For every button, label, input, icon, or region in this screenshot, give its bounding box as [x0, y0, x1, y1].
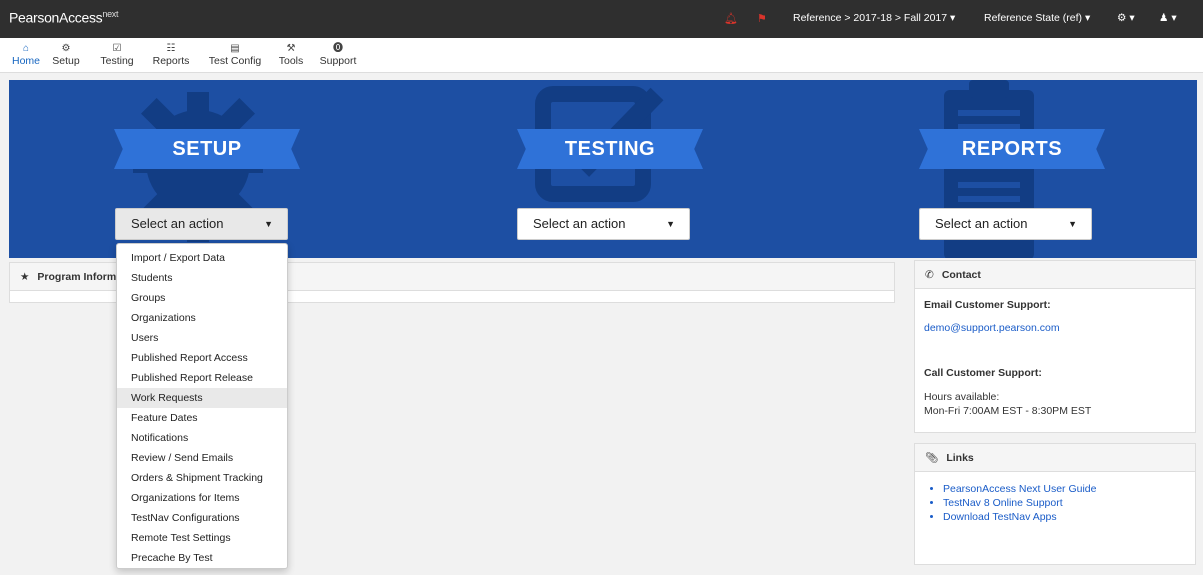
reports-ribbon: REPORTS: [939, 129, 1085, 169]
nav-reports[interactable]: ☷ Reports: [150, 42, 192, 67]
menu-item-published-report-release[interactable]: Published Report Release: [117, 368, 287, 388]
nav-reports-label: Reports: [152, 55, 190, 67]
contact-panel: ✆ Contact Email Customer Support: demo@su…: [914, 260, 1196, 433]
links-header: 📎︎ Links: [915, 444, 1195, 472]
bell-icon[interactable]: 🔔︎: [724, 12, 738, 25]
phone-icon: ✆: [925, 269, 934, 281]
nav-test-config-label: Test Config: [208, 55, 262, 67]
nav-test-config[interactable]: ▤ Test Config: [202, 42, 268, 67]
menu-item-precache-by-test[interactable]: Precache By Test: [117, 548, 287, 568]
caret-down-icon: ▼: [1068, 219, 1077, 229]
wrench-icon: ⚒: [286, 43, 296, 54]
menu-item-review-send-emails[interactable]: Review / Send Emails: [117, 448, 287, 468]
testing-ribbon: TESTING: [537, 129, 683, 169]
menu-item-organizations-for-items[interactable]: Organizations for Items: [117, 488, 287, 508]
brand-text: PearsonAccess: [9, 9, 103, 26]
settings-menu[interactable]: ⚙ ▾: [1117, 12, 1135, 24]
testing-action-select[interactable]: Select an action ▼: [517, 208, 690, 240]
menu-item-remote-test-settings[interactable]: Remote Test Settings: [117, 528, 287, 548]
nav-support[interactable]: ⓿ Support: [316, 42, 360, 67]
caret-down-icon: ▼: [264, 219, 273, 229]
link-user-guide[interactable]: PearsonAccess Next User Guide: [943, 482, 1096, 496]
menu-item-groups[interactable]: Groups: [117, 288, 287, 308]
testing-select-label: Select an action: [533, 216, 626, 231]
setup-select-label: Select an action: [131, 216, 224, 231]
hero-banner: SETUP TESTING REPORTS Select an action ▼ …: [9, 80, 1197, 258]
nav-setup[interactable]: ⚙ Setup: [50, 42, 82, 67]
nav-tools[interactable]: ⚒ Tools: [276, 42, 306, 67]
report-icon: ☷: [166, 43, 176, 54]
checkbox-icon: ☑: [112, 43, 122, 54]
setup-action-select[interactable]: Select an action ▼: [115, 208, 288, 240]
question-icon: ⓿: [333, 43, 343, 54]
config-icon: ▤: [230, 43, 240, 54]
hours-value: Mon-Fri 7:00AM EST - 8:30PM EST: [924, 405, 1092, 417]
menu-item-import-export[interactable]: Import / Export Data: [117, 248, 287, 268]
menu-item-work-requests[interactable]: Work Requests: [117, 388, 287, 408]
flag-icon[interactable]: ⚑: [757, 12, 767, 25]
menu-item-orders-shipment-tracking[interactable]: Orders & Shipment Tracking: [117, 468, 287, 488]
context-selector[interactable]: Reference > 2017-18 > Fall 2017 ▾: [793, 12, 955, 24]
call-support-heading: Call Customer Support:: [924, 367, 1042, 379]
gear-icon: ⚙: [61, 43, 71, 54]
nav-testing[interactable]: ☑ Testing: [96, 42, 138, 67]
links-title: Links: [946, 452, 974, 464]
nav-setup-label: Setup: [52, 55, 80, 67]
user-menu[interactable]: ♟ ▾: [1159, 12, 1177, 24]
menu-item-students[interactable]: Students: [117, 268, 287, 288]
link-testnav-support[interactable]: TestNav 8 Online Support: [943, 496, 1096, 510]
home-icon: ⌂: [22, 43, 30, 54]
nav-home[interactable]: ⌂ Home: [11, 42, 41, 67]
caret-down-icon: ▼: [666, 219, 675, 229]
nav-home-label: Home: [11, 55, 40, 67]
setup-action-menu: Import / Export Data Students Groups Org…: [116, 243, 288, 569]
organization-selector[interactable]: Reference State (ref) ▾: [984, 12, 1090, 24]
brand-superscript: next: [102, 9, 119, 19]
menu-item-notifications[interactable]: Notifications: [117, 428, 287, 448]
support-email-link[interactable]: demo@support.pearson.com: [924, 322, 1060, 334]
reports-action-select[interactable]: Select an action ▼: [919, 208, 1092, 240]
program-information-title: Program Inform: [37, 271, 117, 283]
setup-ribbon: SETUP: [134, 129, 280, 169]
nav-testing-label: Testing: [100, 55, 134, 67]
star-icon: ★: [20, 271, 30, 283]
brand-logo[interactable]: PearsonAccessnext: [9, 9, 118, 26]
contact-header: ✆ Contact: [915, 261, 1195, 289]
nav-support-label: Support: [319, 55, 357, 67]
link-download-testnav[interactable]: Download TestNav Apps: [943, 510, 1096, 524]
menu-item-published-report-access[interactable]: Published Report Access: [117, 348, 287, 368]
main-navigation: ⌂ Home ⚙ Setup ☑ Testing ☷ Reports ▤ Tes…: [0, 38, 1203, 73]
top-bar: PearsonAccessnext 🔔︎ ⚑ Reference > 2017-…: [0, 0, 1203, 38]
nav-tools-label: Tools: [278, 55, 304, 67]
email-support-heading: Email Customer Support:: [924, 299, 1051, 311]
contact-title: Contact: [941, 269, 981, 281]
menu-item-feature-dates[interactable]: Feature Dates: [117, 408, 287, 428]
links-panel: 📎︎ Links PearsonAccess Next User Guide Te…: [914, 443, 1196, 565]
hours-label: Hours available:: [924, 391, 1000, 403]
paperclip-icon: 📎︎: [925, 452, 939, 464]
links-list: PearsonAccess Next User Guide TestNav 8 …: [943, 482, 1096, 524]
menu-item-testnav-configurations[interactable]: TestNav Configurations: [117, 508, 287, 528]
menu-item-users[interactable]: Users: [117, 328, 287, 348]
menu-item-organizations[interactable]: Organizations: [117, 308, 287, 328]
reports-select-label: Select an action: [935, 216, 1028, 231]
